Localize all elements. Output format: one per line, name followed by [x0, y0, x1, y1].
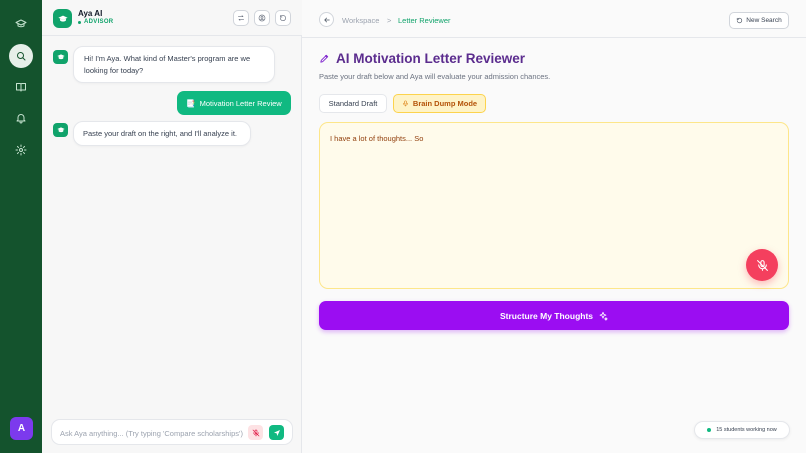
- structure-thoughts-label: Structure My Thoughts: [499, 310, 594, 321]
- page-title: AI Motivation Letter Reviewer: [319, 51, 525, 66]
- bot-avatar-icon: [53, 50, 68, 64]
- online-dot: [707, 428, 712, 432]
- brain-dump-tab[interactable]: Brain Dump Mode: [393, 94, 486, 113]
- aya-logo-icon: [53, 9, 72, 28]
- chat-input[interactable]: [60, 426, 243, 440]
- search-icon[interactable]: [9, 44, 33, 68]
- assistant-name: Aya AI: [78, 9, 103, 18]
- chat-header: Aya AI ADVISOR: [42, 0, 302, 36]
- breadcrumb-workspace[interactable]: Workspace: [342, 16, 379, 25]
- document-icon: 📑: [186, 98, 196, 108]
- user-avatar[interactable]: A: [10, 417, 33, 440]
- chat-panel: Aya AI ADVISOR Hi! I'm Aya. What kind of…: [42, 0, 302, 453]
- brain-dump-label: Brain Dump Mode: [412, 99, 478, 108]
- assistant-message: Paste your draft on the right, and I'll …: [73, 121, 251, 146]
- profile-icon[interactable]: [254, 10, 270, 26]
- bell-icon[interactable]: [9, 106, 33, 130]
- book-icon[interactable]: [9, 75, 33, 99]
- new-search-label: New Search: [746, 17, 782, 24]
- assistant-role: ADVISOR: [78, 19, 113, 25]
- assistant-message: Hi! I'm Aya. What kind of Master's progr…: [73, 46, 275, 83]
- breadcrumb-separator: >: [387, 16, 392, 25]
- breadcrumb-current: Letter Reviewer: [398, 16, 451, 25]
- online-status-text: 15 students working now: [716, 427, 777, 433]
- page-subtitle: Paste your draft below and Aya will eval…: [319, 72, 551, 81]
- mic-icon: [403, 100, 408, 107]
- graduation-cap-icon[interactable]: [9, 12, 33, 36]
- draft-textarea[interactable]: I have a lot of thoughts... So: [330, 134, 750, 234]
- pen-icon: [320, 54, 329, 63]
- chat-composer: [51, 419, 293, 445]
- bot-avatar-icon: [53, 123, 68, 137]
- send-button[interactable]: [269, 425, 284, 440]
- swap-icon[interactable]: [233, 10, 249, 26]
- mic-off-icon[interactable]: [248, 425, 263, 440]
- status-dot: [78, 20, 81, 24]
- user-message: 📑 Motivation Letter Review: [177, 91, 291, 115]
- left-rail: A: [0, 0, 42, 453]
- sparkle-icon: [599, 311, 608, 321]
- back-button[interactable]: [319, 12, 334, 27]
- mic-off-button[interactable]: [746, 249, 778, 281]
- gear-icon[interactable]: [9, 138, 33, 162]
- main-workspace: Workspace > Letter Reviewer New Search A…: [302, 0, 806, 453]
- draft-editor: I have a lot of thoughts... So: [319, 122, 789, 289]
- structure-thoughts-button[interactable]: Structure My Thoughts: [319, 301, 789, 330]
- send-icon: [273, 429, 280, 436]
- refresh-icon: [737, 17, 743, 24]
- mic-off-icon: [756, 259, 768, 271]
- arrow-left-icon: [323, 17, 330, 22]
- user-message-text: Motivation Letter Review: [199, 98, 282, 108]
- new-search-button[interactable]: New Search: [729, 12, 789, 29]
- reset-icon[interactable]: [275, 10, 291, 26]
- standard-draft-tab[interactable]: Standard Draft: [319, 94, 387, 113]
- assistant-role-label: ADVISOR: [84, 19, 114, 25]
- page-title-text: AI Motivation Letter Reviewer: [336, 51, 526, 66]
- online-status-badge: 15 students working now: [694, 421, 790, 439]
- top-bar: Workspace > Letter Reviewer New Search: [302, 0, 806, 38]
